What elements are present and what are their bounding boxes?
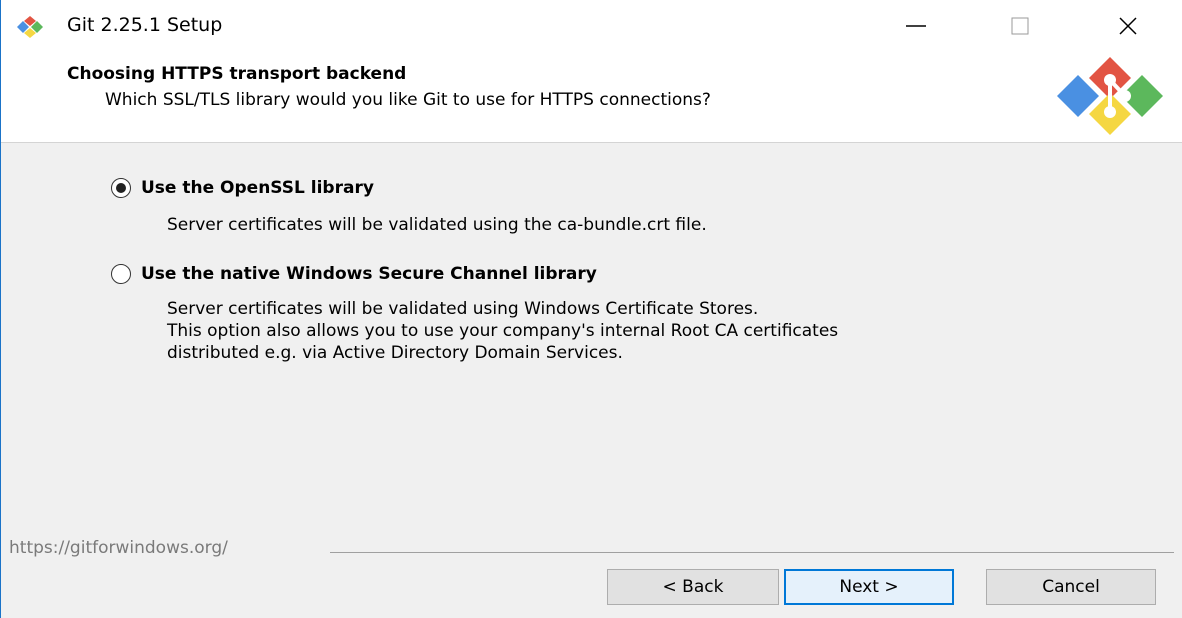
openssl-label[interactable]: Use the OpenSSL library	[141, 178, 374, 198]
gitforwindows-link[interactable]: https://gitforwindows.org/	[9, 538, 228, 558]
window-title: Git 2.25.1 Setup	[67, 14, 223, 36]
footer-divider	[330, 552, 1174, 553]
minimize-icon	[906, 25, 926, 27]
maximize-button[interactable]	[985, 0, 1055, 52]
schannel-radio[interactable]	[111, 264, 131, 284]
minimize-button[interactable]	[881, 0, 951, 52]
wizard-header: Choosing HTTPS transport backend Which S…	[1, 52, 1182, 143]
option-openssl[interactable]: Use the OpenSSL library	[111, 178, 374, 198]
schannel-description: Server certificates will be validated us…	[167, 298, 838, 364]
setup-window: Git 2.25.1 Setup Choosing HTTPS transpor…	[0, 0, 1182, 618]
close-icon	[1119, 17, 1137, 35]
schannel-description-line: distributed e.g. via Active Directory Do…	[167, 343, 623, 363]
openssl-radio[interactable]	[111, 178, 131, 198]
schannel-label[interactable]: Use the native Windows Secure Channel li…	[141, 264, 597, 284]
cancel-button[interactable]: Cancel	[986, 569, 1156, 605]
page-title: Choosing HTTPS transport backend	[67, 64, 407, 84]
schannel-description-line: Server certificates will be validated us…	[167, 299, 759, 319]
next-button[interactable]: Next >	[784, 569, 954, 605]
openssl-description: Server certificates will be validated us…	[167, 215, 707, 235]
title-bar[interactable]: Git 2.25.1 Setup	[1, 0, 1182, 52]
back-button[interactable]: < Back	[607, 569, 779, 605]
schannel-description-line: This option also allows you to use your …	[167, 321, 839, 341]
close-button[interactable]	[1093, 0, 1163, 52]
option-schannel[interactable]: Use the native Windows Secure Channel li…	[111, 264, 597, 284]
maximize-icon	[1011, 17, 1029, 35]
git-logo-icon	[17, 16, 43, 38]
page-subtitle: Which SSL/TLS library would you like Git…	[105, 90, 711, 110]
git-logo-icon	[1057, 57, 1163, 135]
